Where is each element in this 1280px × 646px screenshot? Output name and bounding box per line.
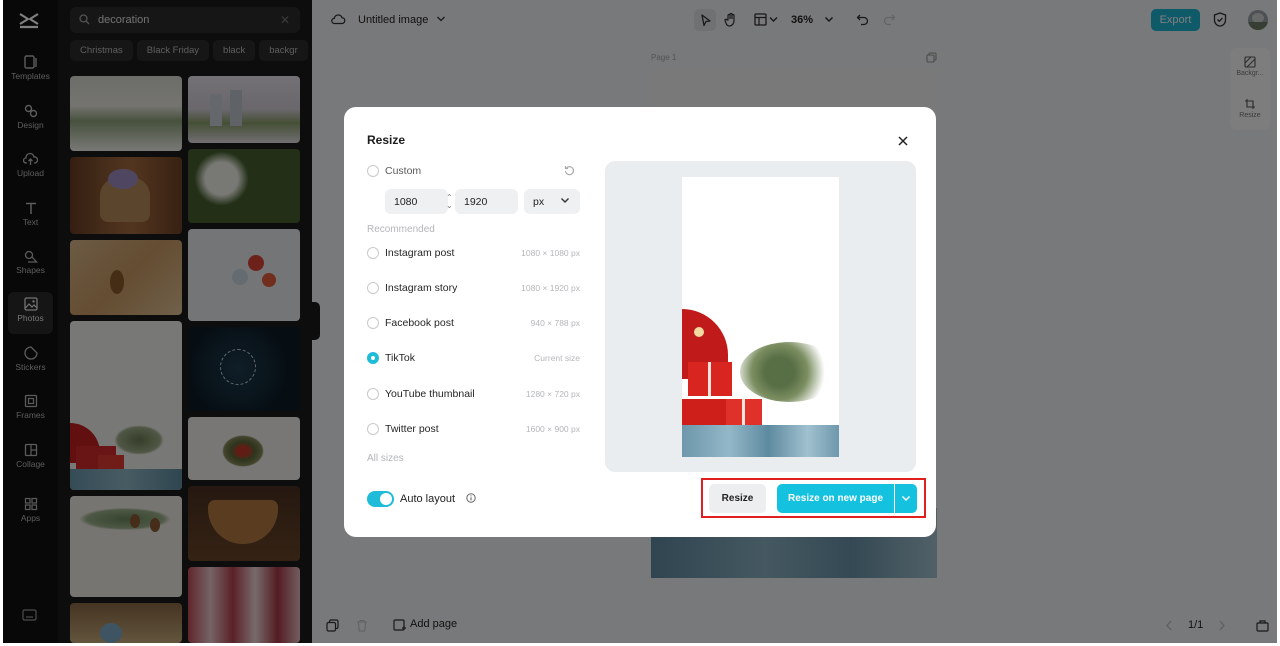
- radio-button[interactable]: [367, 423, 379, 435]
- resize-options-dropdown[interactable]: [895, 484, 917, 513]
- chevron-down-icon: [901, 495, 911, 502]
- radio-button[interactable]: [367, 247, 379, 259]
- option-label: YouTube thumbnail: [385, 388, 475, 400]
- option-instagram-story[interactable]: Instagram story 1080 × 1920 px: [367, 280, 580, 296]
- width-value: 1080: [394, 196, 418, 208]
- radio-button[interactable]: [367, 165, 379, 177]
- resize-button[interactable]: Resize: [709, 484, 766, 513]
- unit-value: px: [533, 196, 545, 208]
- recommended-heading: Recommended: [367, 224, 435, 235]
- chevron-down-icon: [561, 198, 569, 203]
- resize-dialog: Resize Custom 1080 ⌃ ⌄ 1920 px Recommende…: [344, 107, 936, 537]
- unit-select[interactable]: px: [524, 189, 580, 214]
- swap-dimensions-icon[interactable]: ⌃ ⌄: [446, 194, 453, 210]
- option-size: 1600 × 900 px: [525, 424, 580, 434]
- dialog-title: Resize: [367, 133, 406, 147]
- option-label: TikTok: [385, 352, 415, 364]
- preview-image: [682, 177, 839, 457]
- option-custom[interactable]: Custom: [367, 163, 580, 179]
- width-input[interactable]: 1080 ⌃ ⌄: [385, 189, 453, 214]
- resize-on-new-page-button[interactable]: Resize on new page: [777, 484, 894, 513]
- option-size: 940 × 788 px: [530, 318, 580, 328]
- option-instagram-post[interactable]: Instagram post 1080 × 1080 px: [367, 245, 580, 261]
- resize-preview: [605, 161, 916, 472]
- option-size: 1080 × 1920 px: [521, 283, 580, 293]
- option-size: 1080 × 1080 px: [521, 248, 580, 258]
- option-size: 1280 × 720 px: [525, 389, 580, 399]
- all-sizes-link[interactable]: All sizes: [367, 453, 404, 464]
- info-icon[interactable]: [466, 493, 476, 503]
- auto-layout-toggle[interactable]: [367, 491, 394, 507]
- height-input[interactable]: 1920: [455, 189, 518, 214]
- option-twitter-post[interactable]: Twitter post 1600 × 900 px: [367, 421, 580, 437]
- close-icon[interactable]: [897, 135, 909, 147]
- option-youtube-thumbnail[interactable]: YouTube thumbnail 1280 × 720 px: [367, 386, 580, 402]
- radio-button[interactable]: [367, 282, 379, 294]
- reset-icon[interactable]: [564, 165, 575, 176]
- option-facebook-post[interactable]: Facebook post 940 × 788 px: [367, 315, 580, 331]
- auto-layout-label: Auto layout: [400, 493, 456, 505]
- option-label: Twitter post: [385, 423, 439, 435]
- radio-button-selected[interactable]: [367, 352, 379, 364]
- option-label: Facebook post: [385, 317, 454, 329]
- option-tiktok[interactable]: TikTok Current size: [367, 350, 580, 366]
- radio-button[interactable]: [367, 317, 379, 329]
- option-label: Custom: [385, 165, 422, 177]
- option-label: Instagram story: [385, 282, 458, 294]
- option-size: Current size: [534, 353, 580, 363]
- radio-button[interactable]: [367, 388, 379, 400]
- option-label: Instagram post: [385, 247, 455, 259]
- app-window: Templates Design Upload Text Shapes Phot…: [3, 0, 1277, 643]
- height-value: 1920: [464, 196, 488, 208]
